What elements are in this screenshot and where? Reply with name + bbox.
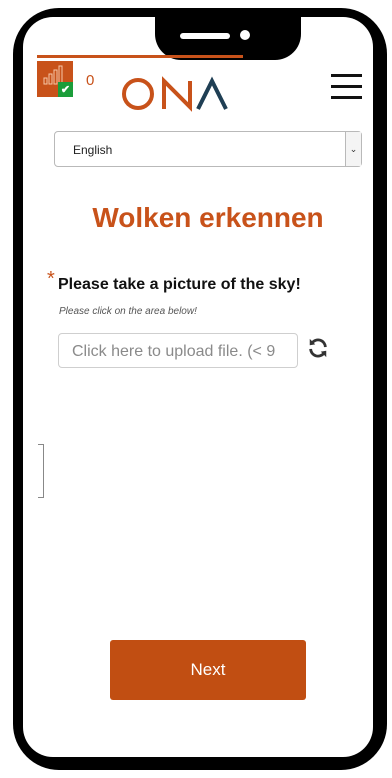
phone-speaker — [180, 33, 230, 39]
language-selected-value: English — [73, 143, 113, 157]
required-marker: * — [47, 268, 55, 290]
language-select[interactable]: English ⌄ — [54, 131, 362, 167]
question-hint: Please click on the area below! — [59, 306, 197, 317]
progress-bar — [37, 55, 243, 58]
hamburger-menu-icon[interactable] — [331, 74, 363, 102]
file-upload-field[interactable]: Click here to upload file. (< 9 — [58, 333, 298, 368]
check-icon: ✔ — [58, 82, 73, 97]
chevron-down-icon: ⌄ — [345, 132, 361, 166]
survey-title: Wolken erkennen — [92, 202, 324, 233]
next-button[interactable]: Next — [110, 640, 306, 700]
points-count: 0 — [86, 72, 95, 89]
ona-logo — [122, 76, 228, 112]
side-tab — [38, 444, 44, 498]
refresh-icon[interactable] — [307, 337, 329, 359]
question-label: Please take a picture of the sky! — [58, 276, 301, 293]
phone-camera — [240, 30, 250, 40]
